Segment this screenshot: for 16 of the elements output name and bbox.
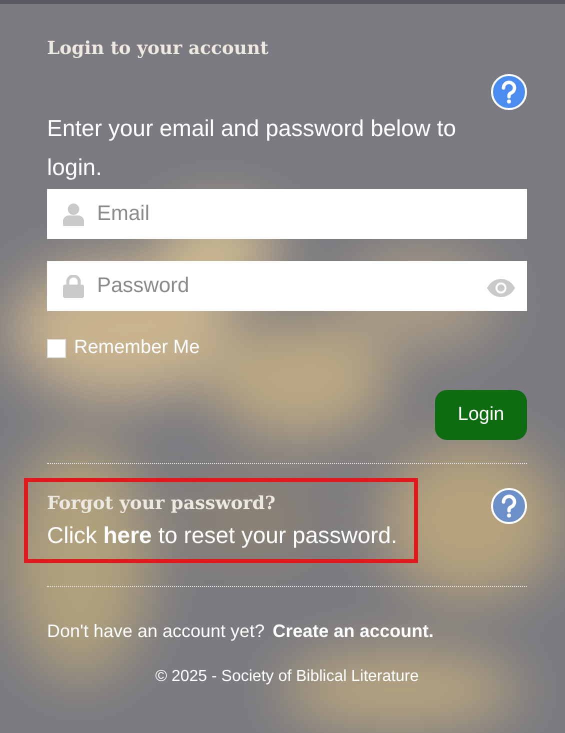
- instructions: Enter your email and password below to login.: [47, 114, 458, 182]
- help-icon[interactable]: [491, 74, 527, 110]
- input-field[interactable]: Email: [47, 189, 527, 239]
- eye-icon[interactable]: [487, 279, 515, 297]
- heading: Login to your account: [47, 38, 270, 61]
- login-button[interactable]: Login: [435, 390, 527, 440]
- create-account-link[interactable]: Create an account.: [272, 621, 434, 642]
- forgot-title: Forgot your password?: [47, 493, 276, 514]
- checkbox[interactable]: [47, 338, 66, 358]
- reset-link[interactable]: here: [103, 522, 152, 548]
- reset-sentence: Click here to reset your password.: [47, 522, 398, 549]
- copyright: © 2025 - Society of Biblical Literature: [154, 668, 420, 686]
- input-field[interactable]: Password: [47, 261, 527, 311]
- signup-prompt: Don't have an account yet?: [47, 621, 265, 642]
- remember-label: Remember Me: [74, 337, 200, 359]
- help-icon[interactable]: [491, 488, 527, 524]
